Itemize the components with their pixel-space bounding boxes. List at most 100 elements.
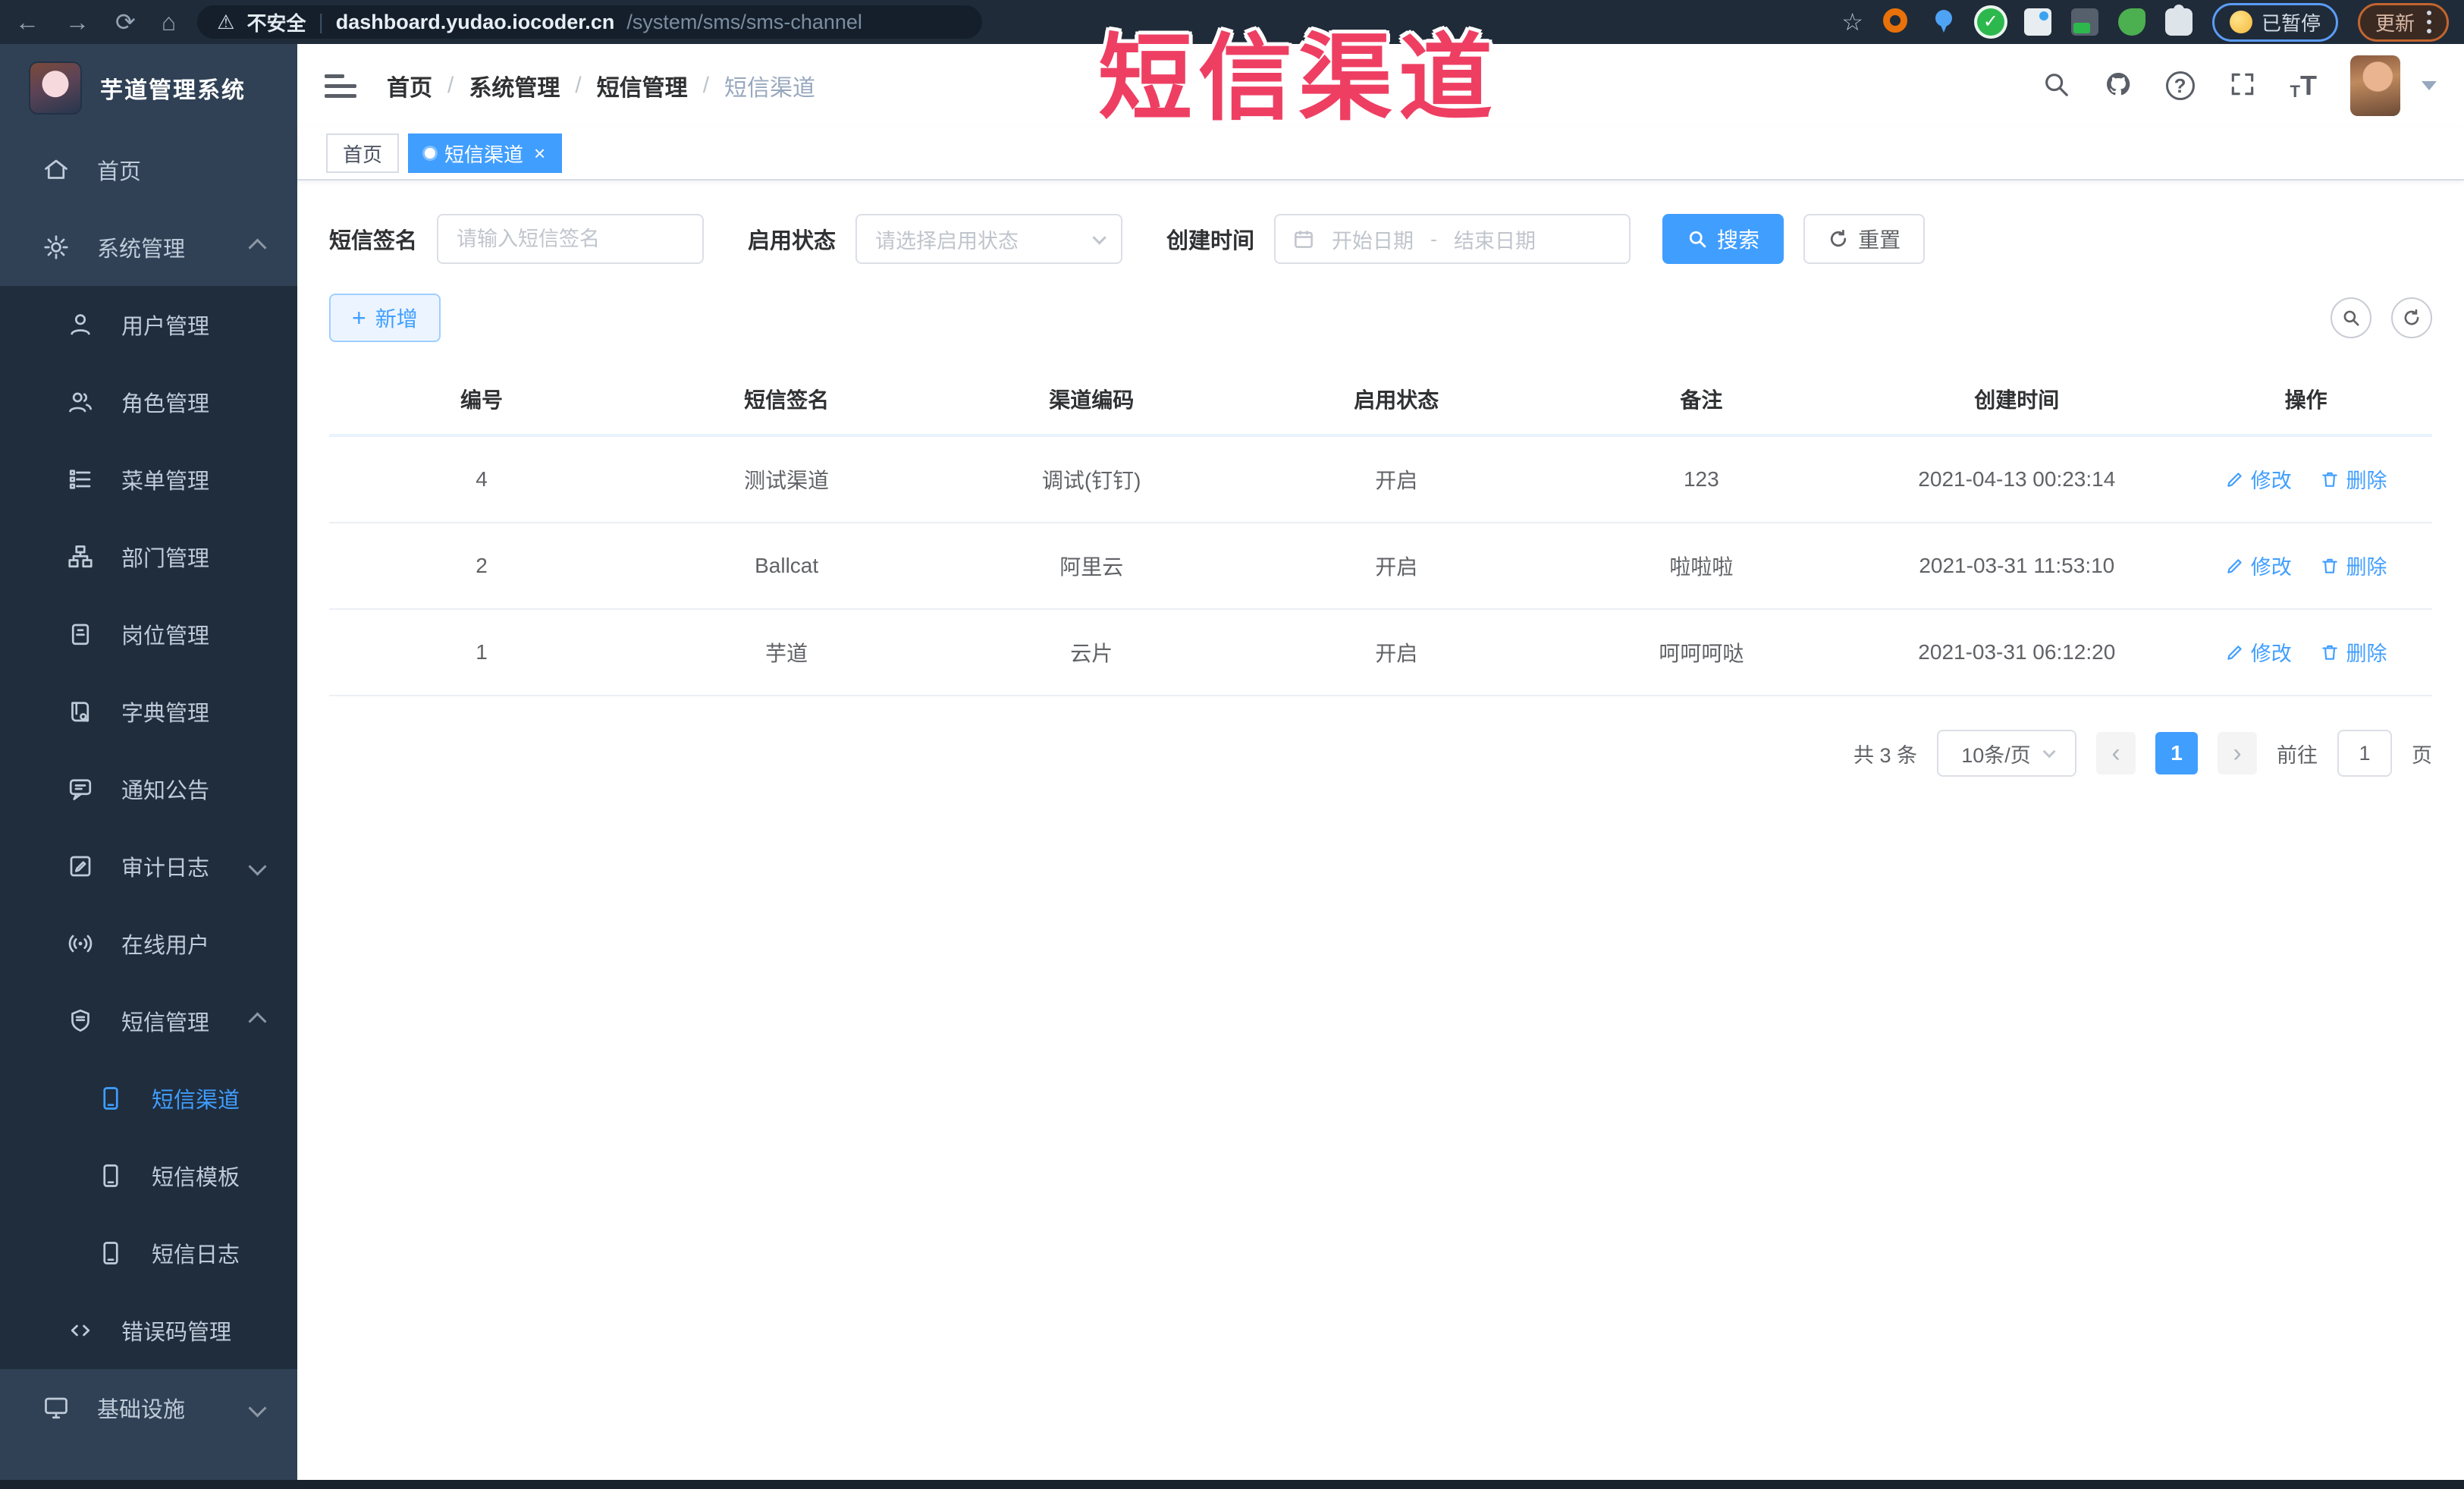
- sign-input[interactable]: [437, 214, 705, 264]
- refresh-icon: [2404, 309, 2419, 325]
- sidebar-item-infrastructure[interactable]: 基础设施: [0, 1369, 297, 1447]
- extension-pin-icon[interactable]: [1930, 8, 1957, 36]
- sidebar-item-user-management[interactable]: 用户管理: [0, 286, 297, 363]
- extension-donut-icon[interactable]: [1882, 8, 1907, 33]
- start-date-placeholder: 开始日期: [1332, 229, 1414, 253]
- sidebar-item-dept-management[interactable]: 部门管理: [0, 518, 297, 595]
- edit-link[interactable]: 修改: [2225, 637, 2292, 667]
- pagination: 共 3 条 10条/页 ‹ 1 › 前往 页: [329, 730, 2432, 777]
- home-icon[interactable]: ⌂: [162, 8, 176, 36]
- forward-icon[interactable]: →: [65, 8, 89, 36]
- tab-home[interactable]: 首页: [326, 134, 400, 173]
- extension-on-badge-icon[interactable]: [2070, 8, 2098, 36]
- delete-link[interactable]: 删除: [2320, 464, 2387, 494]
- toggle-search-button[interactable]: [2331, 297, 2371, 338]
- home-dashboard-icon: [42, 156, 70, 184]
- search-icon[interactable]: [2042, 70, 2070, 102]
- sidebar-item-role-management[interactable]: 角色管理: [0, 363, 297, 441]
- chevron-up-icon: [248, 1011, 267, 1031]
- cell-signature: Ballcat: [634, 523, 940, 610]
- trash-icon: [2322, 472, 2338, 487]
- sidebar-item-menu-management[interactable]: 菜单管理: [0, 441, 297, 518]
- col-actions: 操作: [2180, 361, 2432, 436]
- extension-tray-icon[interactable]: [2023, 8, 2051, 36]
- sidebar-item-sms-channel[interactable]: 短信渠道: [0, 1060, 297, 1137]
- sidebar-item-home[interactable]: 首页: [0, 131, 297, 209]
- page-size-select[interactable]: 10条/页: [1937, 730, 2076, 777]
- search-button-label: 搜索: [1717, 228, 1760, 252]
- sidebar-item-label: 首页: [97, 160, 142, 184]
- breadcrumb-item[interactable]: 系统管理: [469, 69, 560, 102]
- main-area: 首页 / 系统管理 / 短信管理 / 短信渠道 ? TT 首页 短信渠道 × 短…: [297, 44, 2464, 1480]
- code-icon: [67, 1317, 94, 1344]
- breadcrumb-item[interactable]: 短信管理: [597, 69, 688, 102]
- add-button[interactable]: + 新增: [329, 294, 441, 342]
- fullscreen-icon[interactable]: [2228, 70, 2257, 102]
- sidebar-item-notice-management[interactable]: 通知公告: [0, 750, 297, 828]
- range-separator: -: [1430, 227, 1438, 250]
- back-icon[interactable]: ←: [15, 8, 39, 36]
- edit-link[interactable]: 修改: [2225, 551, 2292, 580]
- close-tab-icon[interactable]: ×: [534, 143, 545, 163]
- sidebar-item-post-management[interactable]: 岗位管理: [0, 595, 297, 673]
- browser-update-button[interactable]: 更新: [2357, 2, 2449, 42]
- col-status: 启用状态: [1244, 361, 1549, 436]
- address-bar[interactable]: ⚠ 不安全 | dashboard.yudao.iocoder.cn/syste…: [197, 5, 983, 39]
- page-1-button[interactable]: 1: [2155, 732, 2198, 774]
- sidebar-item-dict-management[interactable]: 字典管理: [0, 673, 297, 750]
- reset-button[interactable]: 重置: [1803, 214, 1926, 264]
- audit-log-icon: [67, 853, 94, 880]
- cell-remark: 123: [1549, 434, 1854, 523]
- prev-page-button[interactable]: ‹: [2096, 732, 2136, 774]
- breadcrumb-item[interactable]: 首页: [387, 69, 432, 102]
- reload-icon[interactable]: ⟳: [115, 8, 136, 36]
- delete-link[interactable]: 删除: [2320, 637, 2387, 667]
- help-icon[interactable]: ?: [2165, 71, 2195, 100]
- sidebar-item-online-users[interactable]: 在线用户: [0, 905, 297, 982]
- pencil-icon: [2227, 473, 2242, 487]
- cell-remark: 呵呵呵哒: [1549, 609, 1854, 696]
- sidebar-item-label: 系统管理: [97, 237, 186, 262]
- browser-menu-kebab-icon[interactable]: [2427, 11, 2431, 33]
- next-page-button[interactable]: ›: [2218, 732, 2257, 774]
- search-button[interactable]: 搜索: [1662, 214, 1784, 264]
- caret-down-icon[interactable]: [2422, 81, 2437, 90]
- bookmark-star-icon[interactable]: ☆: [1841, 8, 1863, 36]
- refresh-table-button[interactable]: [2391, 297, 2432, 338]
- extension-leaf-icon[interactable]: [2117, 8, 2145, 36]
- font-size-icon[interactable]: TT: [2290, 70, 2317, 102]
- tab-label: 短信渠道: [444, 143, 524, 166]
- sidebar-item-label: 在线用户: [121, 934, 210, 958]
- sidebar-item-label: 菜单管理: [121, 470, 210, 494]
- sidebar-item-sms-template[interactable]: 短信模板: [0, 1137, 297, 1214]
- extension-check-icon[interactable]: ✓: [1976, 8, 2004, 36]
- status-select[interactable]: 请选择启用状态: [855, 214, 1123, 264]
- sidebar-item-system-management[interactable]: 系统管理: [0, 209, 297, 286]
- org-tree-icon: [67, 543, 94, 570]
- cell-created: 2021-03-31 11:53:10: [1853, 523, 2180, 610]
- table-row: 1 芋道 云片 开启 呵呵呵哒 2021-03-31 06:12:20 修改 删…: [329, 609, 2432, 696]
- tab-sms-channel[interactable]: 短信渠道 ×: [408, 134, 563, 173]
- extensions-puzzle-icon[interactable]: [2164, 5, 2192, 36]
- sidebar-item-sms-management[interactable]: 短信管理: [0, 982, 297, 1060]
- create-time-label: 创建时间: [1166, 229, 1255, 253]
- profile-paused-pill[interactable]: 已暂停: [2211, 2, 2338, 42]
- collapse-sidebar-icon[interactable]: [325, 74, 356, 98]
- sms-shield-icon: [67, 1007, 94, 1035]
- sidebar-item-sms-log[interactable]: 短信日志: [0, 1214, 297, 1292]
- sidebar-item-label: 字典管理: [121, 702, 210, 726]
- sidebar-item-error-code[interactable]: 错误码管理: [0, 1292, 297, 1369]
- create-time-range-picker[interactable]: 开始日期 - 结束日期: [1274, 214, 1631, 264]
- logo-row[interactable]: 芋道管理系统: [0, 44, 297, 131]
- monitor-icon: [42, 1394, 70, 1421]
- user-avatar[interactable]: [2350, 55, 2400, 116]
- goto-page-input[interactable]: [2337, 730, 2392, 777]
- chevron-up-icon: [248, 237, 267, 257]
- github-icon[interactable]: [2104, 70, 2133, 102]
- cell-id: 2: [329, 523, 635, 610]
- delete-link[interactable]: 删除: [2320, 551, 2387, 580]
- app-title: 芋道管理系统: [100, 77, 246, 103]
- col-created: 创建时间: [1853, 361, 2180, 436]
- edit-link[interactable]: 修改: [2225, 464, 2292, 494]
- sidebar-item-audit-log[interactable]: 审计日志: [0, 828, 297, 905]
